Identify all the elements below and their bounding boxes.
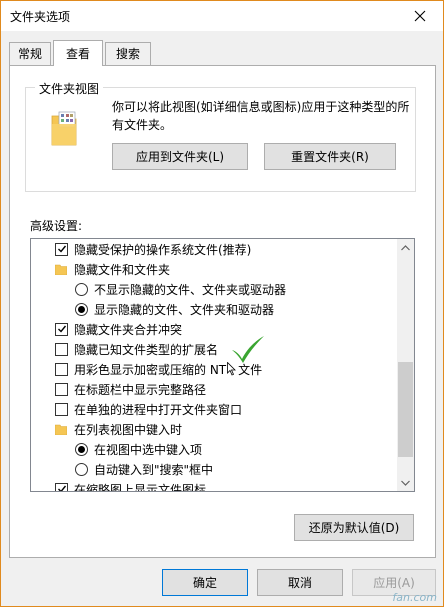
chevron-down-icon xyxy=(401,480,410,486)
ok-button[interactable]: 确定 xyxy=(162,569,248,596)
folder-icon xyxy=(55,264,67,275)
close-button[interactable] xyxy=(397,1,443,31)
restore-defaults-button[interactable]: 还原为默认值(D) xyxy=(294,514,414,541)
list-item-label: 隐藏文件夹合并冲突 xyxy=(74,322,183,337)
list-item[interactable]: 在标题栏中显示完整路径 xyxy=(55,379,414,399)
list-item-label: 隐藏受保护的操作系统文件(推荐) xyxy=(74,242,252,257)
mouse-cursor-icon xyxy=(227,362,237,376)
list-item[interactable]: 在单独的进程中打开文件夹窗口 xyxy=(55,399,414,419)
list-item-label: 在视图中选中键入项 xyxy=(94,442,203,457)
tab-search[interactable]: 搜索 xyxy=(105,42,151,65)
scroll-down-button[interactable] xyxy=(397,474,414,491)
checkbox[interactable] xyxy=(55,402,68,416)
folder-views-description: 你可以将此视图(如详细信息或图标)应用于这种类型的所有文件夹。 xyxy=(112,100,410,132)
tab-general[interactable]: 常规 xyxy=(9,42,51,65)
list-item-label: 不显示隐藏的文件、文件夹或驱动器 xyxy=(94,282,287,297)
checkbox[interactable] xyxy=(55,362,68,376)
tab-view[interactable]: 查看 xyxy=(53,40,103,66)
checkbox[interactable] xyxy=(55,482,68,491)
list-item: 在列表视图中键入时 xyxy=(55,419,414,439)
title-bar: 文件夹选项 xyxy=(1,1,443,31)
advanced-settings-label: 高级设置: xyxy=(30,219,83,233)
check-icon xyxy=(57,245,66,253)
radio-button[interactable] xyxy=(75,302,88,316)
reset-folders-button[interactable]: 重置文件夹(R) xyxy=(264,143,396,170)
list-item[interactable]: 不显示隐藏的文件、文件夹或驱动器 xyxy=(75,279,414,299)
list-item[interactable]: 显示隐藏的文件、文件夹和驱动器 xyxy=(75,299,414,319)
green-checkmark-icon xyxy=(232,336,264,363)
window-title: 文件夹选项 xyxy=(10,10,71,24)
list-item-label: 用彩色显示加密或压缩的 NT xyxy=(74,362,227,377)
folder-options-dialog: 文件夹选项 常规 查看 搜索 文件夹视图 你可以将此视图(如详细信息或图标)应用… xyxy=(0,0,444,607)
radio-button[interactable] xyxy=(75,462,88,476)
chevron-up-icon xyxy=(401,244,410,250)
watermark: fan.com xyxy=(392,591,437,604)
scroll-up-button[interactable] xyxy=(397,239,414,256)
list-item-label: 在标题栏中显示完整路径 xyxy=(74,382,207,397)
vertical-scrollbar[interactable] xyxy=(397,239,414,491)
checkbox[interactable] xyxy=(55,342,68,356)
list-item: 隐藏文件和文件夹 xyxy=(55,259,414,279)
list-item[interactable]: 在视图中选中键入项 xyxy=(75,439,414,459)
list-item-label: 在列表视图中键入时 xyxy=(74,422,183,437)
list-item-label: 隐藏已知文件类型的扩展名 xyxy=(74,342,219,357)
checkbox[interactable] xyxy=(55,382,68,396)
list-item-label: 在单独的进程中打开文件夹窗口 xyxy=(74,402,243,417)
scroll-thumb[interactable] xyxy=(398,362,413,457)
check-icon xyxy=(57,485,66,491)
checkbox[interactable] xyxy=(55,322,68,336)
check-icon xyxy=(57,325,66,333)
folder-views-legend: 文件夹视图 xyxy=(35,80,104,97)
list-item-label: 自动键入到"搜索"框中 xyxy=(94,462,214,477)
list-item[interactable]: 在缩略图上显示文件图标 xyxy=(55,479,414,492)
checkbox[interactable] xyxy=(55,242,68,256)
close-icon xyxy=(414,10,426,22)
apply-to-folders-button[interactable]: 应用到文件夹(L) xyxy=(112,143,248,170)
list-item-label: 隐藏文件和文件夹 xyxy=(74,262,171,277)
radio-button[interactable] xyxy=(75,442,88,456)
folder-icon xyxy=(55,424,67,435)
radio-button[interactable] xyxy=(75,282,88,296)
cancel-button[interactable]: 取消 xyxy=(257,569,343,596)
advanced-settings-list[interactable]: 隐藏受保护的操作系统文件(推荐) 隐藏文件和文件夹 不显示隐藏的文件、文件夹或驱… xyxy=(30,238,415,492)
list-item-label: 在缩略图上显示文件图标 xyxy=(74,482,207,492)
folder-view-icon xyxy=(51,111,77,146)
list-item[interactable]: 隐藏受保护的操作系统文件(推荐) xyxy=(55,239,414,259)
list-item-label: 显示隐藏的文件、文件夹和驱动器 xyxy=(94,302,275,317)
list-item[interactable]: 自动键入到"搜索"框中 xyxy=(75,459,414,479)
